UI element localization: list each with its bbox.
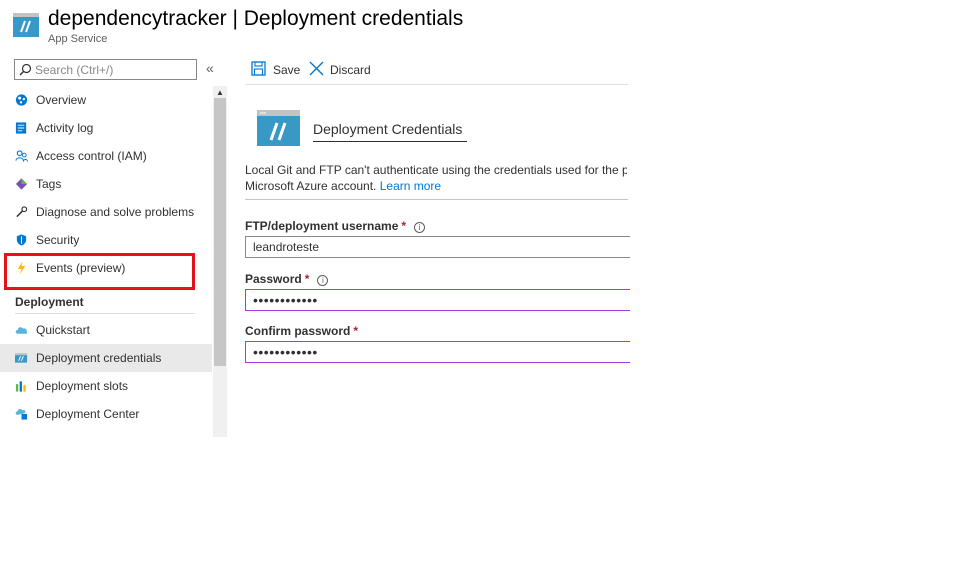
info-icon[interactable]: i [414, 222, 426, 233]
deployment-center-icon [15, 408, 28, 420]
tag-icon [15, 178, 28, 190]
save-label: Save [273, 63, 301, 77]
discard-label: Discard [330, 63, 371, 77]
section-title: Deployment Credentials [313, 121, 463, 137]
sidebar-item-deployment-slots[interactable]: Deployment slots [0, 372, 212, 400]
sidebar-item-activity-log[interactable]: Activity log [0, 114, 212, 142]
save-icon [251, 61, 266, 76]
username-input[interactable] [245, 236, 630, 258]
deployment-credentials-icon [257, 110, 300, 146]
description-text: Local Git and FTP can't authenticate usi… [245, 162, 627, 194]
app-service-icon [13, 13, 39, 37]
learn-more-link[interactable]: Learn more [380, 179, 441, 193]
overview-icon [15, 94, 28, 106]
username-label: FTP/deployment username * i [245, 219, 426, 233]
description-line-1: Local Git and FTP can't authenticate usi… [245, 163, 627, 177]
sidebar-item-label: Access control (IAM) [36, 149, 147, 163]
sidebar-item-label: Diagnose and solve problems [36, 205, 195, 219]
sidebar-item-tags[interactable]: Tags [0, 170, 212, 198]
info-icon[interactable]: i [317, 275, 329, 286]
sidebar-section-deployment: Deployment [15, 295, 84, 309]
sidebar-item-access-control[interactable]: Access control (IAM) [0, 142, 212, 170]
section-divider [15, 313, 195, 314]
description-line-2-text: Microsoft Azure account. [245, 179, 380, 193]
resource-type: App Service [48, 33, 108, 45]
sidebar-item-deployment-center[interactable]: Deployment Center [0, 400, 212, 428]
cloud-icon [15, 327, 28, 334]
password-label-text: Password [245, 272, 302, 286]
scrollbar-thumb[interactable] [214, 98, 226, 366]
confirm-password-field[interactable] [245, 341, 630, 363]
required-marker: * [353, 324, 359, 338]
sidebar-item-overview[interactable]: Overview [0, 86, 212, 114]
resource-name: dependencytracker [48, 7, 227, 30]
sidebar-item-label: Activity log [36, 121, 94, 135]
password-field[interactable] [245, 289, 630, 311]
username-label-text: FTP/deployment username [245, 219, 399, 233]
title-underline [313, 141, 467, 142]
sidebar-item-label: Deployment credentials [36, 351, 162, 365]
search-icon [19, 63, 32, 76]
close-icon [309, 61, 324, 76]
sidebar-item-diagnose[interactable]: Diagnose and solve problems [0, 198, 212, 226]
scroll-up-icon[interactable]: ▲ [216, 88, 224, 97]
confirm-password-input[interactable] [245, 341, 630, 363]
lightning-icon [17, 261, 26, 275]
sidebar-scrollbar[interactable]: ▲ [213, 86, 227, 437]
search-input[interactable] [35, 61, 193, 78]
sidebar-item-label: Deployment slots [36, 379, 129, 393]
wrench-icon [16, 206, 28, 218]
discard-button[interactable]: Discard [307, 58, 377, 82]
confirm-password-label: Confirm password * [245, 324, 358, 338]
search-box[interactable] [14, 59, 197, 80]
shield-icon [16, 234, 27, 246]
toolbar-divider [245, 84, 628, 85]
sidebar-item-label: Overview [36, 93, 87, 107]
confirm-password-label-text: Confirm password [245, 324, 351, 338]
password-label: Password * i [245, 272, 329, 286]
blade-name: | Deployment credentials [232, 7, 464, 30]
collapse-sidebar-icon[interactable]: « [206, 60, 214, 76]
required-marker: * [401, 219, 407, 233]
people-icon [15, 150, 28, 162]
save-button[interactable]: Save [245, 58, 301, 82]
sidebar-item-events[interactable]: Events (preview) [0, 254, 212, 282]
sidebar-item-deployment-credentials[interactable]: Deployment credentials [0, 344, 212, 372]
sidebar-item-label: Quickstart [36, 323, 91, 337]
app-service-icon [15, 353, 28, 363]
username-field[interactable] [245, 236, 630, 258]
activity-log-icon [15, 122, 27, 134]
page-title: dependencytracker | Deployment credentia… [48, 7, 463, 31]
sidebar-item-label: Deployment Center [36, 407, 140, 421]
sidebar-item-quickstart[interactable]: Quickstart [0, 316, 212, 344]
sidebar-item-label: Security [36, 233, 80, 247]
password-input[interactable] [245, 289, 630, 311]
description-divider [245, 199, 628, 200]
slots-icon [15, 381, 26, 392]
required-marker: * [304, 272, 310, 286]
sidebar-item-label: Tags [36, 177, 62, 191]
description-line-2: Microsoft Azure account. Learn more [245, 178, 627, 194]
sidebar-item-label: Events (preview) [36, 261, 126, 275]
sidebar-item-security[interactable]: Security [0, 226, 212, 254]
